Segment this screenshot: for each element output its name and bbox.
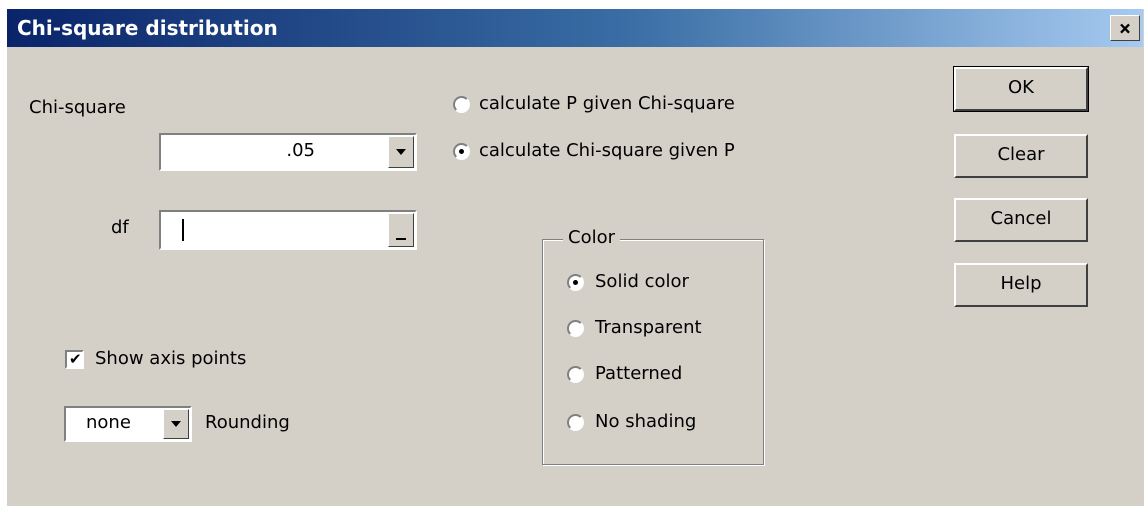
radio-patterned[interactable] — [567, 366, 584, 383]
df-dropdown-button[interactable] — [388, 213, 414, 247]
color-groupbox: Color Solid color Transparent Patterned … — [542, 227, 764, 465]
text-cursor — [182, 219, 184, 241]
chi-square-dropdown-button[interactable] — [388, 136, 414, 168]
radio-transparent[interactable] — [567, 320, 584, 337]
title-bar: Chi-square distribution — [7, 9, 1143, 47]
help-button[interactable]: Help — [954, 263, 1088, 307]
radio-no-shading[interactable] — [567, 414, 584, 431]
radio-transparent-label[interactable]: Transparent — [595, 317, 702, 338]
radio-no-shading-label[interactable]: No shading — [595, 411, 696, 432]
df-combo[interactable] — [159, 210, 417, 250]
chevron-down-icon — [396, 149, 406, 155]
rounding-label: Rounding — [205, 412, 290, 433]
chi-square-combo[interactable]: .05 — [159, 133, 417, 171]
radio-solid-color[interactable] — [567, 274, 584, 291]
radio-solid-color-label[interactable]: Solid color — [595, 271, 689, 292]
color-group-title: Color — [563, 227, 620, 248]
radio-selected-dot — [459, 149, 464, 154]
chi-square-value: .05 — [286, 140, 315, 161]
rounding-dropdown-button[interactable] — [163, 409, 189, 439]
check-icon: ✔ — [69, 350, 82, 368]
clear-button[interactable]: Clear — [954, 134, 1088, 178]
rounding-combo[interactable]: none — [64, 406, 192, 442]
dialog-title: Chi-square distribution — [17, 16, 278, 40]
minimize-icon — [396, 238, 406, 240]
chi-square-dialog: Chi-square distribution × Chi-square .05… — [6, 8, 1144, 506]
radio-patterned-label[interactable]: Patterned — [595, 363, 682, 384]
cancel-button[interactable]: Cancel — [954, 198, 1088, 242]
df-label: df — [111, 217, 129, 238]
chevron-down-icon — [171, 421, 181, 427]
chi-square-label: Chi-square — [29, 97, 126, 118]
radio-calc-chi-square[interactable] — [453, 143, 470, 160]
radio-calc-p-label[interactable]: calculate P given Chi-square — [479, 93, 735, 114]
close-icon: × — [1118, 16, 1132, 40]
ok-button[interactable]: OK — [953, 66, 1089, 112]
show-axis-points-checkbox[interactable]: ✔ — [65, 350, 84, 369]
rounding-value: none — [86, 412, 131, 433]
radio-selected-dot — [573, 280, 578, 285]
radio-calc-p[interactable] — [453, 96, 470, 113]
show-axis-points-label[interactable]: Show axis points — [95, 348, 246, 369]
close-button[interactable]: × — [1110, 15, 1140, 41]
radio-calc-chi-square-label[interactable]: calculate Chi-square given P — [479, 140, 735, 161]
